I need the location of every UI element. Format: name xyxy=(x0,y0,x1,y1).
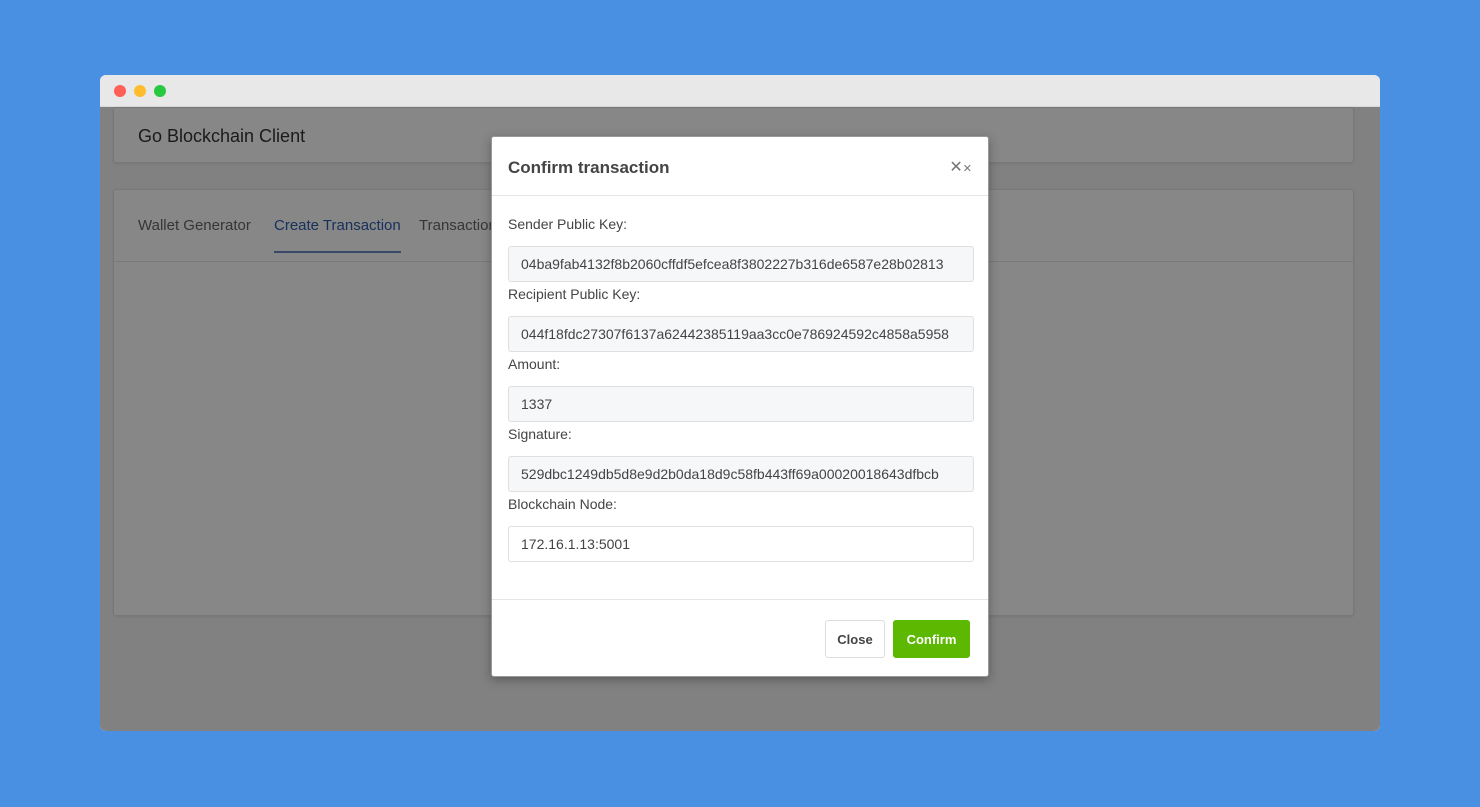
confirm-button[interactable]: Confirm xyxy=(893,620,970,658)
modal-header: Confirm transaction ✕✕ xyxy=(492,137,988,196)
blockchain-node-field[interactable] xyxy=(508,526,974,562)
minimize-window-icon[interactable] xyxy=(134,85,146,97)
signature-label: Signature: xyxy=(508,426,572,442)
maximize-window-icon[interactable] xyxy=(154,85,166,97)
title-bar xyxy=(100,75,1380,107)
sender-public-key-label: Sender Public Key: xyxy=(508,216,628,232)
amount-label: Amount: xyxy=(508,356,561,372)
recipient-public-key-label: Recipient Public Key: xyxy=(508,286,641,302)
close-x-icon[interactable]: ✕✕ xyxy=(949,157,972,177)
confirm-transaction-modal: Confirm transaction ✕✕ Sender Public Key… xyxy=(491,136,989,677)
amount-field[interactable] xyxy=(508,386,974,422)
modal-footer: Close Confirm xyxy=(492,599,988,677)
modal-body: Sender Public Key: Recipient Public Key:… xyxy=(492,196,988,562)
recipient-public-key-field[interactable] xyxy=(508,316,974,352)
close-button[interactable]: Close xyxy=(825,620,885,658)
modal-title: Confirm transaction xyxy=(508,158,670,177)
signature-field[interactable] xyxy=(508,456,974,492)
sender-public-key-field[interactable] xyxy=(508,246,974,282)
blockchain-node-label: Blockchain Node: xyxy=(508,496,617,512)
close-window-icon[interactable] xyxy=(114,85,126,97)
